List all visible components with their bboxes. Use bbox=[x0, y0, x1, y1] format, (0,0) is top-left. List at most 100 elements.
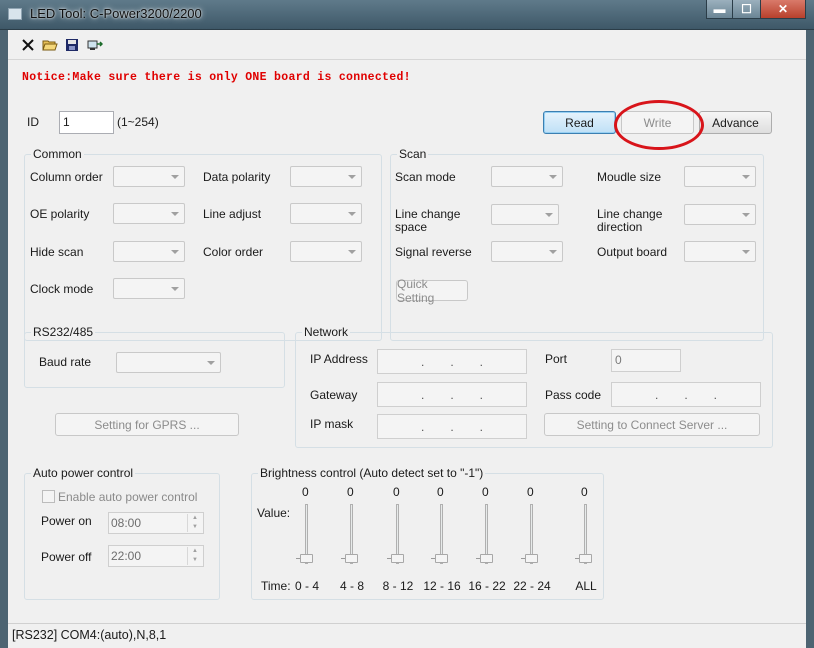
port-label: Port bbox=[545, 352, 568, 366]
chevron-down-icon bbox=[348, 175, 356, 179]
common-group-title: Common bbox=[31, 147, 84, 161]
line-change-space-select[interactable] bbox=[491, 204, 559, 225]
window-frame-left bbox=[0, 30, 8, 648]
brightness-slider-0[interactable] bbox=[296, 504, 316, 568]
advance-button[interactable]: Advance bbox=[699, 111, 772, 134]
slider-thumb[interactable] bbox=[345, 554, 358, 563]
spin-up-icon[interactable]: ▲ bbox=[188, 514, 202, 523]
pass-code-field[interactable]: ... bbox=[611, 382, 761, 407]
enable-auto-power-label: Enable auto power control bbox=[58, 490, 198, 504]
slider-thumb[interactable] bbox=[435, 554, 448, 563]
line-change-space-label: Line change space bbox=[395, 207, 461, 234]
brightness-time-0: 0 - 4 bbox=[294, 579, 319, 593]
column-order-label: Column order bbox=[30, 170, 103, 184]
output-board-select[interactable] bbox=[684, 241, 756, 262]
slider-thumb[interactable] bbox=[579, 554, 592, 563]
setting-to-connect-server-button[interactable]: Setting to Connect Server ... bbox=[544, 413, 760, 436]
brightness-time-1: 4 - 8 bbox=[339, 579, 364, 593]
close-icon[interactable] bbox=[20, 37, 36, 53]
line-adjust-select[interactable] bbox=[290, 203, 362, 224]
setting-for-gprs-button[interactable]: Setting for GPRS ... bbox=[55, 413, 239, 436]
chevron-down-icon bbox=[171, 250, 179, 254]
power-off-time-input[interactable]: 22:00 ▲ ▼ bbox=[108, 545, 204, 567]
network-group-title: Network bbox=[302, 325, 351, 339]
spin-up-icon[interactable]: ▲ bbox=[188, 547, 202, 556]
ip-mask-field[interactable]: ... bbox=[377, 414, 527, 439]
baud-rate-select[interactable] bbox=[116, 352, 221, 373]
hide-scan-select[interactable] bbox=[113, 241, 185, 262]
enable-auto-power-checkbox[interactable] bbox=[42, 490, 55, 503]
scan-mode-select[interactable] bbox=[491, 166, 563, 187]
moudle-size-label: Moudle size bbox=[597, 170, 662, 184]
brightness-slider-5[interactable] bbox=[521, 504, 541, 568]
brightness-value-0: 0 bbox=[302, 485, 309, 499]
slider-thumb[interactable] bbox=[391, 554, 404, 563]
moudle-size-select[interactable] bbox=[684, 166, 756, 187]
spin-down-icon[interactable]: ▼ bbox=[188, 556, 202, 565]
gateway-field[interactable]: ... bbox=[377, 382, 527, 407]
brightness-time-2: 8 - 12 bbox=[382, 579, 414, 593]
data-polarity-select[interactable] bbox=[290, 166, 362, 187]
brightness-value-label: Value: bbox=[257, 506, 291, 520]
toolbar bbox=[8, 30, 806, 60]
chevron-down-icon bbox=[549, 250, 557, 254]
brightness-value-2: 0 bbox=[393, 485, 400, 499]
data-polarity-label: Data polarity bbox=[203, 170, 271, 184]
chevron-down-icon bbox=[742, 250, 750, 254]
quick-setting-button[interactable]: Quick Setting bbox=[396, 277, 468, 305]
color-order-select[interactable] bbox=[290, 241, 362, 262]
port-input[interactable]: 0 bbox=[611, 349, 681, 372]
slider-thumb[interactable] bbox=[525, 554, 538, 563]
title-bar[interactable]: LED Tool: C-Power3200/2200 ▬ ☐ ✕ bbox=[0, 0, 814, 30]
client-area: Notice:Make sure there is only ONE board… bbox=[8, 30, 806, 648]
chevron-down-icon bbox=[171, 212, 179, 216]
column-order-select[interactable] bbox=[113, 166, 185, 187]
spin-down-icon[interactable]: ▼ bbox=[188, 523, 202, 532]
chevron-down-icon bbox=[348, 212, 356, 216]
slider-thumb[interactable] bbox=[480, 554, 493, 563]
chevron-down-icon bbox=[348, 250, 356, 254]
brightness-slider-4[interactable] bbox=[476, 504, 496, 568]
chevron-down-icon bbox=[549, 175, 557, 179]
brightness-slider-3[interactable] bbox=[431, 504, 451, 568]
brightness-value-3: 0 bbox=[437, 485, 444, 499]
slider-thumb[interactable] bbox=[300, 554, 313, 563]
signal-reverse-select[interactable] bbox=[491, 241, 563, 262]
oe-polarity-select[interactable] bbox=[113, 203, 185, 224]
chevron-down-icon bbox=[171, 287, 179, 291]
read-button[interactable]: Read bbox=[543, 111, 616, 134]
line-change-direction-select[interactable] bbox=[684, 204, 756, 225]
brightness-slider-2[interactable] bbox=[387, 504, 407, 568]
power-on-spinner[interactable]: ▲ ▼ bbox=[187, 514, 202, 532]
brightness-group-title: Brightness control (Auto detect set to "… bbox=[258, 466, 486, 480]
chevron-down-icon bbox=[742, 175, 750, 179]
window-title: LED Tool: C-Power3200/2200 bbox=[30, 6, 202, 21]
ip-address-field[interactable]: ... bbox=[377, 349, 527, 374]
power-off-spinner[interactable]: ▲ ▼ bbox=[187, 547, 202, 565]
minimize-button[interactable]: ▬ bbox=[706, 0, 733, 19]
power-on-time-input[interactable]: 08:00 ▲ ▼ bbox=[108, 512, 204, 534]
brightness-value-4: 0 bbox=[482, 485, 489, 499]
baud-rate-label: Baud rate bbox=[39, 355, 92, 369]
line-adjust-label: Line adjust bbox=[203, 207, 262, 221]
brightness-slider-6[interactable] bbox=[575, 504, 595, 568]
maximize-button[interactable]: ☐ bbox=[733, 0, 760, 19]
id-input[interactable]: 1 bbox=[59, 111, 114, 134]
chevron-down-icon bbox=[207, 361, 215, 365]
scan-group-title: Scan bbox=[397, 147, 429, 161]
line-change-direction-label: Line change direction bbox=[597, 207, 663, 234]
save-icon[interactable] bbox=[64, 37, 80, 53]
power-on-label: Power on bbox=[41, 514, 92, 528]
brightness-slider-1[interactable] bbox=[341, 504, 361, 568]
auto-power-group-title: Auto power control bbox=[31, 466, 136, 480]
output-board-label: Output board bbox=[597, 245, 668, 259]
connect-icon[interactable] bbox=[87, 37, 103, 53]
highlight-circle-annotation bbox=[614, 100, 704, 150]
open-folder-icon[interactable] bbox=[42, 37, 58, 53]
chevron-down-icon bbox=[742, 213, 750, 217]
brightness-time-label: Time: bbox=[261, 579, 291, 593]
app-icon bbox=[8, 8, 22, 20]
close-window-button[interactable]: ✕ bbox=[760, 0, 806, 19]
window-frame-right bbox=[806, 30, 814, 648]
clock-mode-select[interactable] bbox=[113, 278, 185, 299]
